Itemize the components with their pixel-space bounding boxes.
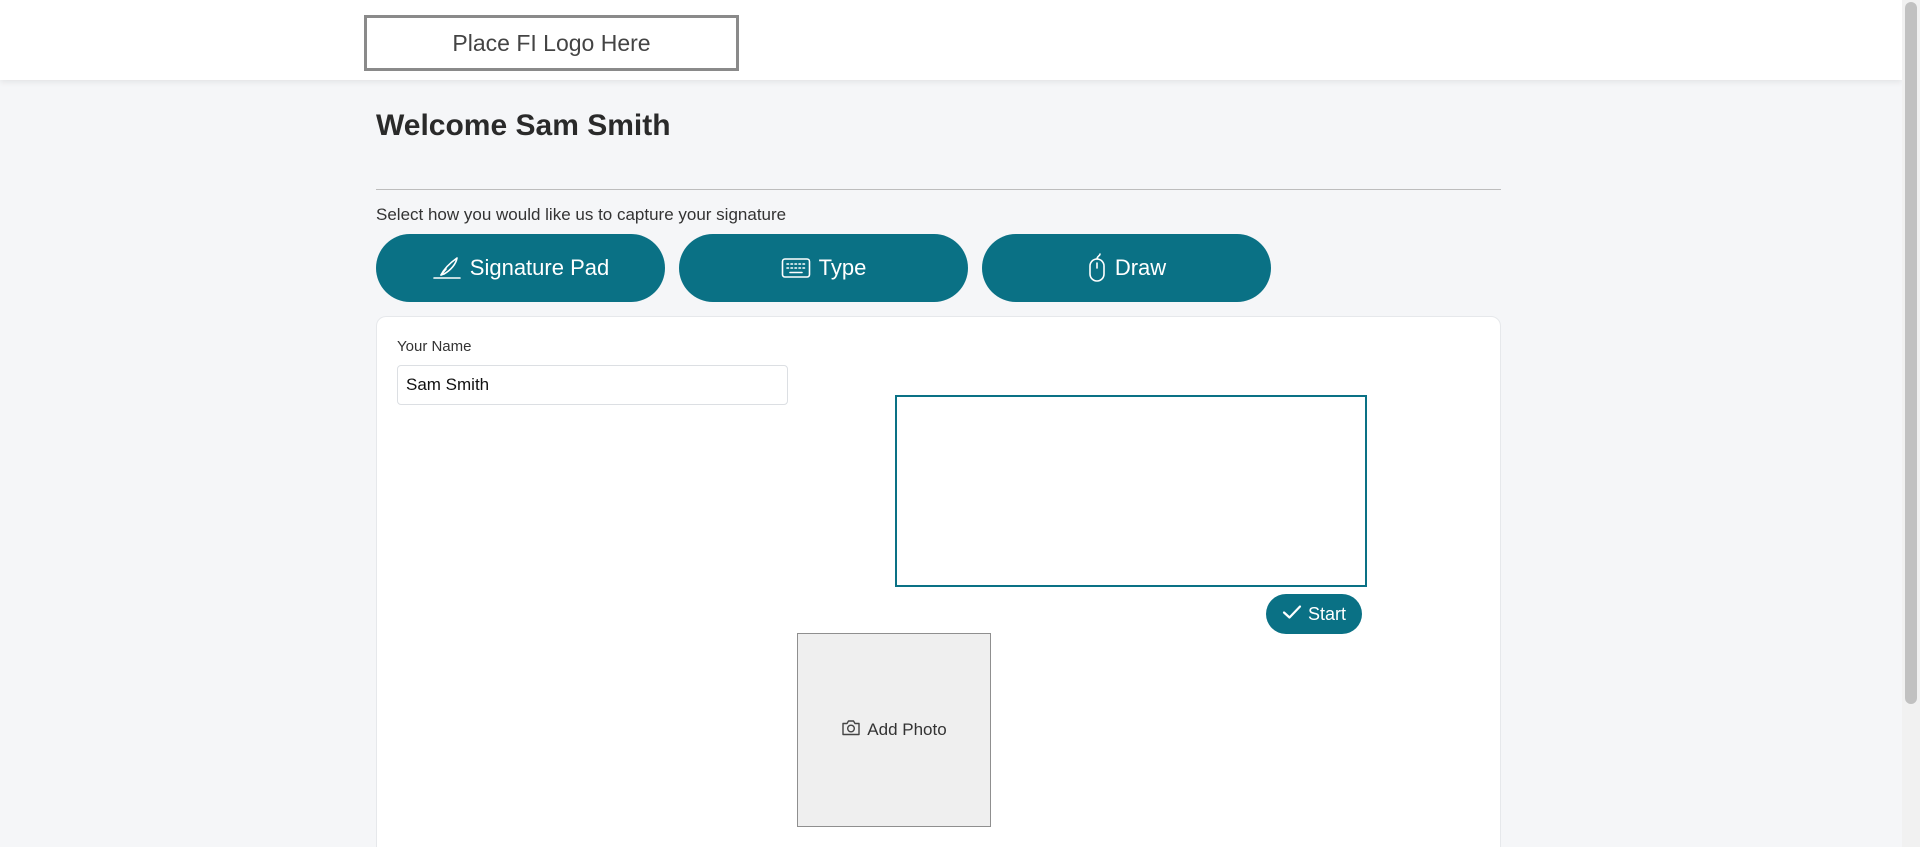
- add-photo-label: Add Photo: [867, 720, 947, 739]
- pen-nib-icon: [432, 255, 462, 281]
- instruction-text: Select how you would like us to capture …: [376, 205, 787, 224]
- start-button[interactable]: Start: [1266, 594, 1362, 634]
- scrollbar-thumb[interactable]: [1905, 2, 1917, 704]
- mouse-icon: [1087, 253, 1107, 283]
- type-label: Type: [818, 255, 867, 280]
- draw-label: Draw: [1114, 255, 1167, 280]
- camera-icon: [841, 719, 861, 741]
- add-photo-button[interactable]: Add Photo: [797, 633, 991, 827]
- logo-placeholder: Place FI Logo Here: [364, 15, 739, 71]
- keyboard-icon: [781, 257, 811, 279]
- top-header: Place FI Logo Here: [0, 0, 1902, 80]
- page-title: Welcome Sam Smith: [376, 109, 671, 142]
- check-icon: [1282, 604, 1302, 625]
- your-name-label: Your Name: [397, 338, 472, 355]
- type-button[interactable]: Type: [679, 234, 968, 302]
- signature-pad-button[interactable]: Signature Pad: [376, 234, 665, 302]
- signature-canvas[interactable]: [895, 395, 1367, 587]
- divider: [376, 189, 1501, 190]
- vertical-scrollbar[interactable]: [1902, 0, 1920, 847]
- your-name-input[interactable]: [397, 365, 788, 405]
- start-label: Start: [1307, 603, 1346, 624]
- draw-button[interactable]: Draw: [982, 234, 1271, 302]
- signature-pad-label: Signature Pad: [469, 255, 610, 280]
